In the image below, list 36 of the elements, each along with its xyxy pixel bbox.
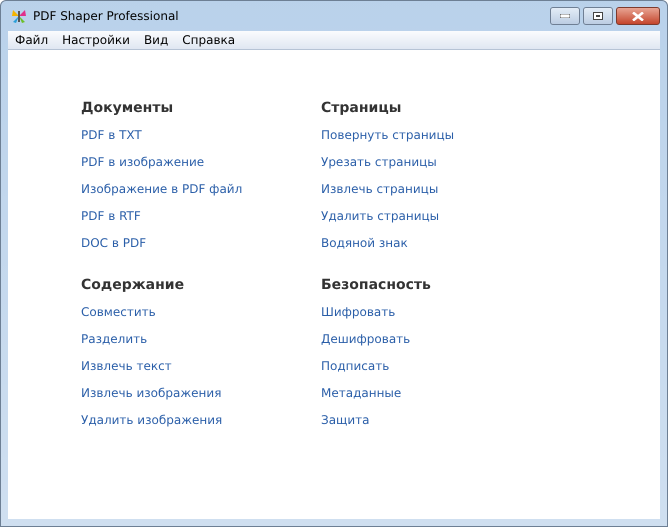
action-link[interactable]: PDF в изображение (81, 155, 321, 182)
action-link[interactable]: Повернуть страницы (321, 128, 561, 155)
menu-item[interactable]: Справка (175, 33, 242, 47)
action-link[interactable]: Водяной знак (321, 236, 561, 263)
menu-item[interactable]: Файл (8, 33, 56, 47)
action-link[interactable]: Извлечь страницы (321, 182, 561, 209)
section-heading: Содержание (81, 277, 186, 295)
menu-item[interactable]: Настройки (55, 33, 137, 47)
window-title: PDF Shaper Professional (33, 9, 179, 23)
action-link[interactable]: Метаданные (321, 386, 561, 413)
maximize-button[interactable] (583, 7, 613, 25)
section-heading: Безопасность (321, 277, 432, 295)
close-icon (632, 12, 644, 20)
minimize-icon (560, 14, 570, 18)
action-link[interactable]: Дешифровать (321, 332, 561, 359)
action-link[interactable]: DOC в PDF (81, 236, 321, 263)
action-link[interactable]: Совместить (81, 305, 321, 332)
action-link[interactable]: Подписать (321, 359, 561, 386)
action-link[interactable]: Урезать страницы (321, 155, 561, 182)
action-link[interactable]: PDF в RTF (81, 209, 321, 236)
close-button[interactable] (616, 7, 660, 25)
action-link[interactable]: Разделить (81, 332, 321, 359)
menu-item[interactable]: Вид (136, 33, 176, 47)
action-link[interactable]: Удалить страницы (321, 209, 561, 236)
action-link[interactable]: Шифровать (321, 305, 561, 332)
butterfly-icon (11, 8, 27, 24)
action-link[interactable]: Извлечь текст (81, 359, 321, 386)
action-link[interactable]: Изображение в PDF файл (81, 182, 321, 209)
section-heading: Страницы (321, 100, 402, 118)
minimize-button[interactable] (550, 7, 580, 25)
action-link[interactable]: Удалить изображения (81, 413, 321, 440)
action-link[interactable]: Извлечь изображения (81, 386, 321, 413)
action-link[interactable]: Защита (321, 413, 561, 440)
maximize-icon (593, 12, 603, 20)
section-heading: Документы (81, 100, 174, 118)
action-link[interactable]: PDF в TXT (81, 128, 321, 155)
